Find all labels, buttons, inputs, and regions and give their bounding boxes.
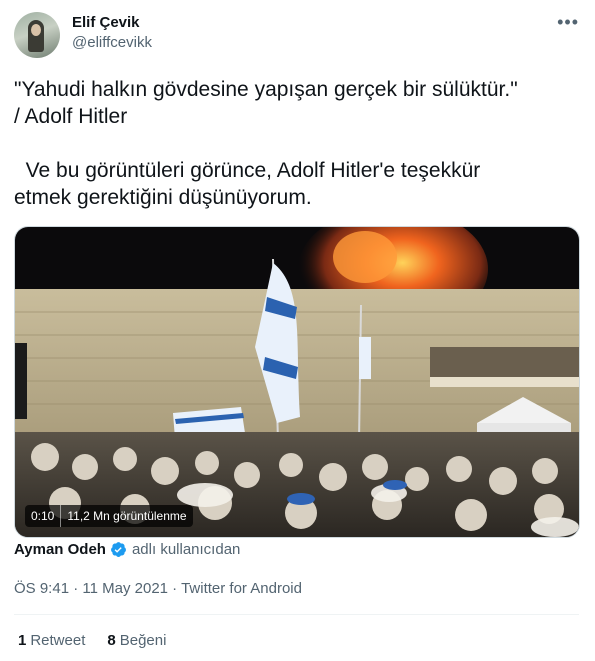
attribution-suffix: adlı kullanıcıdan bbox=[131, 541, 241, 558]
retweets-label: Retweet bbox=[30, 632, 86, 649]
video-info-badge: 0:10 11,2 Mn görüntülenme bbox=[25, 505, 193, 527]
author-handle[interactable]: @eliffcevikk bbox=[72, 34, 152, 51]
retweets-count: 1 bbox=[18, 632, 27, 649]
avatar-face bbox=[31, 24, 41, 36]
likes-count: 8 bbox=[107, 632, 116, 649]
meta-separator: · bbox=[69, 580, 83, 597]
video-views: 11,2 Mn görüntülenme bbox=[67, 509, 187, 523]
likes-label: Beğeni bbox=[119, 632, 167, 649]
tweet-text: "Yahudi halkın gövdesine yapışan gerçek … bbox=[14, 78, 518, 209]
tweet-meta: ÖS 9:41 · 11 May 2021 · Twitter for Andr… bbox=[14, 580, 302, 597]
more-options-icon[interactable]: ••• bbox=[557, 12, 579, 33]
divider bbox=[14, 614, 579, 615]
source-name[interactable]: Ayman Odeh bbox=[14, 541, 106, 558]
tweet-time[interactable]: ÖS 9:41 bbox=[14, 580, 69, 597]
tweet-date[interactable]: 11 May 2021 bbox=[82, 580, 168, 597]
retweets-stat[interactable]: 1 Retweet bbox=[18, 632, 85, 649]
author-name[interactable]: Elif Çevik bbox=[72, 14, 140, 31]
tweet-stats: 1 Retweet 8 Beğeni bbox=[18, 632, 166, 649]
video-thumbnail bbox=[15, 227, 579, 537]
meta-separator: · bbox=[168, 580, 182, 597]
avatar[interactable] bbox=[14, 12, 60, 58]
video-duration: 0:10 bbox=[31, 509, 55, 523]
verified-badge-icon bbox=[111, 542, 126, 557]
video-player[interactable]: 0:10 11,2 Mn görüntülenme bbox=[14, 226, 580, 538]
video-attribution: Ayman Odeh adlı kullanıcıdan bbox=[14, 541, 240, 558]
likes-stat[interactable]: 8 Beğeni bbox=[107, 632, 166, 649]
tweet-client[interactable]: Twitter for Android bbox=[181, 580, 302, 597]
